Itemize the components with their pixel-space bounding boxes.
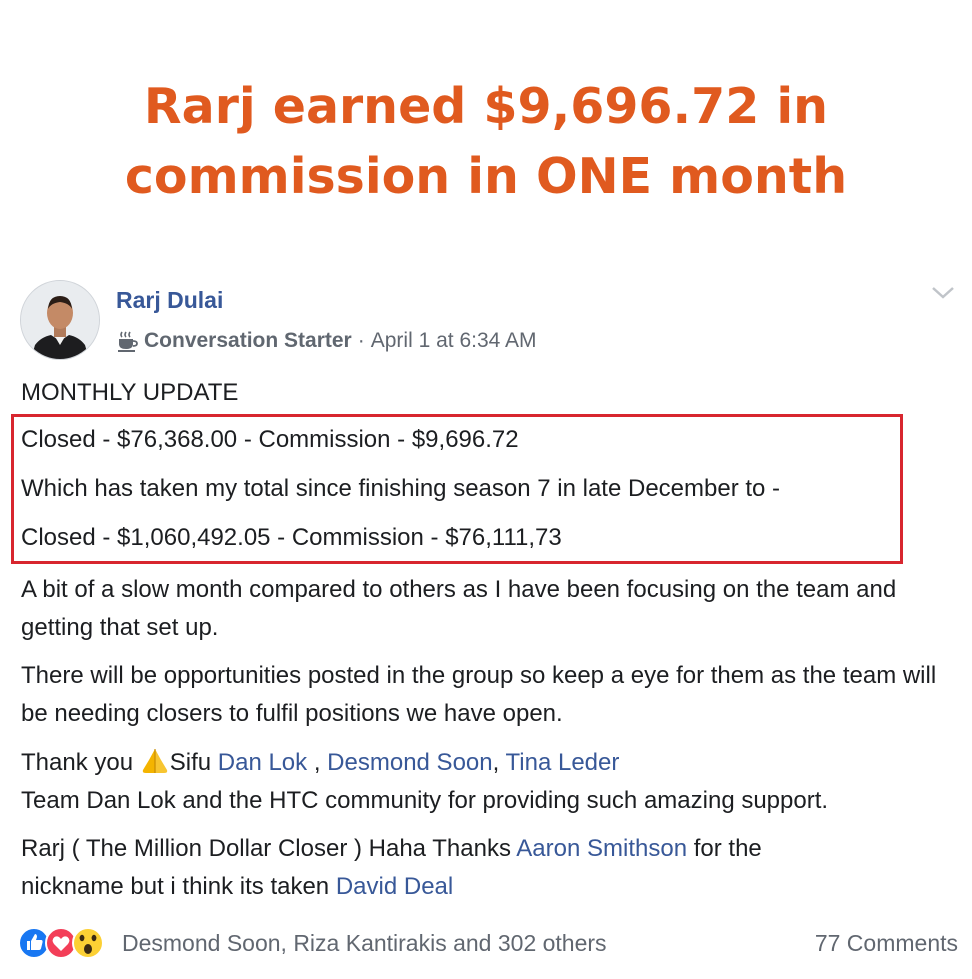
reactions-text[interactable]: Desmond Soon, Riza Kantirakis and 302 ot… bbox=[122, 930, 607, 957]
post-author[interactable]: Rarj Dulai bbox=[116, 287, 223, 314]
post-header: Rarj Dulai Conversation Starter · April … bbox=[20, 280, 960, 362]
headline: Rarj earned $9,696.72 in commission in O… bbox=[0, 72, 972, 212]
chevron-down-icon bbox=[932, 287, 954, 299]
thanks-prefix: Thank you bbox=[21, 749, 140, 776]
avatar[interactable] bbox=[20, 280, 100, 360]
thanks-line-2: Team Dan Lok and the HTC community for p… bbox=[21, 787, 829, 814]
post-meta: Conversation Starter · April 1 at 6:34 A… bbox=[116, 329, 537, 353]
post-title-line: MONTHLY UPDATE bbox=[21, 379, 239, 406]
closing-text-1: Rarj ( The Million Dollar Closer ) Haha … bbox=[21, 835, 517, 862]
wow-icon bbox=[72, 927, 104, 959]
badge-label[interactable]: Conversation Starter bbox=[144, 329, 352, 353]
mention-desmond-soon[interactable]: Desmond Soon bbox=[327, 749, 492, 776]
highlight-line-3: Closed - $1,060,492.05 - Commission - $7… bbox=[21, 524, 562, 551]
highlight-line-2: Which has taken my total since finishing… bbox=[21, 475, 781, 502]
mention-aaron-smithson[interactable]: Aaron Smithson bbox=[516, 835, 687, 862]
mention-separator-1: , bbox=[307, 749, 328, 776]
closing-text-2: for the bbox=[687, 835, 762, 862]
meta-separator: · bbox=[357, 329, 365, 352]
paragraph-1: A bit of a slow month compared to others… bbox=[21, 576, 897, 641]
mention-dan-lok[interactable]: Dan Lok bbox=[218, 749, 307, 776]
headline-line-2: commission in ONE month bbox=[124, 148, 848, 205]
reaction-icons[interactable] bbox=[18, 926, 116, 960]
thanks-paragraph: Thank you Sifu Dan Lok , Desmond Soon, T… bbox=[21, 744, 961, 820]
comments-count[interactable]: 77 Comments bbox=[815, 930, 958, 957]
reaction-icons-group bbox=[18, 927, 104, 959]
mention-separator-2: , bbox=[492, 749, 506, 776]
reactions-bar: Desmond Soon, Riza Kantirakis and 302 ot… bbox=[18, 926, 958, 962]
closing-paragraph: Rarj ( The Million Dollar Closer ) Haha … bbox=[21, 830, 961, 906]
avatar-portrait-icon bbox=[21, 281, 99, 359]
post-timestamp[interactable]: April 1 at 6:34 AM bbox=[371, 329, 537, 353]
headline-line-1: Rarj earned $9,696.72 in bbox=[143, 78, 829, 135]
highlight-line-1: Closed - $76,368.00 - Commission - $9,69… bbox=[21, 426, 519, 453]
love-icon bbox=[45, 927, 77, 959]
mention-tina-leder[interactable]: Tina Leder bbox=[506, 749, 620, 776]
like-icon bbox=[18, 927, 50, 959]
mention-david-deal[interactable]: David Deal bbox=[336, 873, 453, 900]
praying-hands-icon bbox=[142, 749, 167, 773]
post-menu-button[interactable] bbox=[930, 284, 956, 302]
closing-text-3: nickname but i think its taken bbox=[21, 873, 336, 900]
paragraph-2: There will be opportunities posted in th… bbox=[21, 662, 937, 727]
coffee-cup-icon bbox=[118, 331, 138, 352]
sifu-text: Sifu bbox=[169, 749, 218, 776]
